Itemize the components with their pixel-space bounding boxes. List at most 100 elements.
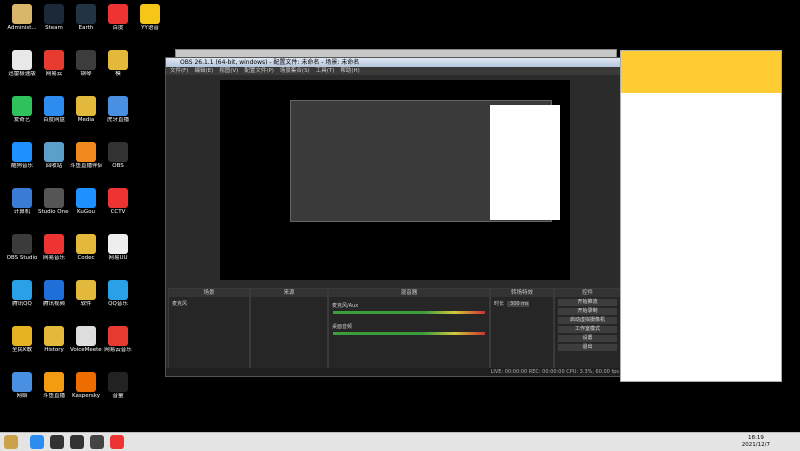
desktop-icon[interactable]: 网易音乐 [38, 234, 70, 262]
app-icon [44, 50, 64, 70]
obs-menu-item[interactable]: 配置文件(P) [244, 67, 274, 75]
desktop-icon[interactable]: 迅雷极速版 [6, 50, 38, 78]
app-icon [44, 280, 64, 300]
taskbar-app-icon[interactable] [90, 435, 104, 449]
desktop-icon-label: 腾讯视频 [42, 301, 65, 307]
taskbar-app-icon[interactable] [30, 435, 44, 449]
desktop-icon[interactable]: 斗鱼直播伴侣 [70, 142, 102, 170]
desktop-icon[interactable]: Administ... [6, 4, 38, 32]
desktop-icon-label: Steam [45, 25, 63, 31]
desktop-icon-label: Administ... [7, 25, 37, 31]
duration-input[interactable]: 300 ms [507, 301, 529, 307]
desktop-icon-label: 网易云音乐 [104, 347, 132, 353]
app-icon [44, 326, 64, 346]
control-button[interactable]: 退出 [558, 344, 617, 351]
desktop-icon[interactable]: 钢琴 [70, 50, 102, 78]
app-icon [76, 372, 96, 392]
obs-menu-item[interactable]: 编辑(E) [194, 67, 213, 75]
desktop-icon-label: KuGou [77, 209, 95, 215]
mixer-meter [333, 311, 485, 314]
control-button[interactable]: 启动虚拟摄像机 [558, 317, 617, 324]
desktop-icon[interactable]: OBS Studio [6, 234, 38, 262]
control-button[interactable]: 设置 [558, 335, 617, 342]
nested-yellow-app [490, 105, 560, 220]
desktop-icon[interactable]: Codec [70, 234, 102, 262]
obs-menu-item[interactable]: 工具(T) [316, 67, 335, 75]
taskbar-app-icon[interactable] [110, 435, 124, 449]
desktop-icon-label: OBS Studio [6, 255, 38, 261]
desktop-icon[interactable]: 爱奇艺 [6, 96, 38, 124]
clock-date: 2021/12/7 [741, 442, 770, 448]
app-icon [76, 50, 96, 70]
obs-menu-item[interactable]: 场景集合(S) [280, 67, 310, 75]
desktop-icon-label: 网易音乐 [42, 255, 65, 261]
app-icon [12, 96, 32, 116]
desktop-icon-label: 爱奇艺 [13, 117, 31, 123]
app-icon [76, 4, 96, 24]
desktop-icon-label: 网络 [16, 393, 28, 399]
obs-menu-item[interactable]: 文件(F) [170, 67, 188, 75]
taskbar: 18:19 2021/12/7 [0, 432, 800, 451]
desktop-icon[interactable]: Studio One 3 [38, 188, 70, 216]
desktop-icon[interactable]: QQ音乐 [102, 280, 134, 308]
start-icon[interactable] [4, 435, 18, 449]
desktop-icon[interactable]: 网易云音乐 [102, 326, 134, 354]
desktop-icon[interactable]: 网易云 [38, 50, 70, 78]
clock[interactable]: 18:19 2021/12/7 [742, 435, 770, 449]
taskbar-app-icon[interactable] [70, 435, 84, 449]
control-button[interactable]: 开始推流 [558, 299, 617, 306]
obs-menu-item[interactable]: 帮助(H) [340, 67, 359, 75]
desktop-icon[interactable]: 腾讯QQ [6, 280, 38, 308]
desktop-icon[interactable]: Earth [70, 4, 102, 32]
desktop-icon-label: 百度 [112, 25, 124, 31]
desktop-icon[interactable]: 虎牙直播 [102, 96, 134, 124]
obs-preview[interactable] [220, 80, 570, 280]
desktop-icon-label: Codec [77, 255, 95, 261]
desktop-icon[interactable]: 酷狗音乐 [6, 142, 38, 170]
control-button[interactable]: 开始录制 [558, 308, 617, 315]
app-icon [12, 280, 32, 300]
desktop-icon[interactable]: KuGou [70, 188, 102, 216]
desktop-icon[interactable]: 模 [102, 50, 134, 78]
desktop-icon[interactable]: 全民K歌 [6, 326, 38, 354]
mixer-title: 混音器 [329, 289, 489, 297]
desktop-icon[interactable]: VoiceMeeter [70, 326, 102, 354]
desktop-icon[interactable]: OBS [102, 142, 134, 170]
app-icon [76, 96, 96, 116]
desktop-icon-label: 钢琴 [80, 71, 92, 77]
duration-label: 时长 [494, 301, 505, 307]
app-icon [140, 4, 160, 24]
desktop-icon[interactable]: 软件 [70, 280, 102, 308]
control-button[interactable]: 工作室模式 [558, 326, 617, 333]
desktop-icon[interactable]: Steam [38, 4, 70, 32]
desktop-icon[interactable]: 网络 [6, 372, 38, 400]
desktop-icon[interactable]: 回收站 [38, 142, 70, 170]
yellow-app-window[interactable] [620, 50, 782, 382]
app-icon [76, 326, 96, 346]
app-icon [44, 234, 64, 254]
desktop-icon[interactable]: 网易UU [102, 234, 134, 262]
app-icon [12, 142, 32, 162]
desktop-icon[interactable]: History [38, 326, 70, 354]
desktop-icon-label: QQ音乐 [108, 301, 128, 307]
desktop-icon[interactable]: 百度网盘 [38, 96, 70, 124]
app-icon [12, 4, 32, 24]
taskbar-app-icon[interactable] [50, 435, 64, 449]
desktop-icon[interactable]: Kaspersky [70, 372, 102, 400]
desktop-icon[interactable]: 百度 [102, 4, 134, 32]
desktop-icon[interactable]: Media [70, 96, 102, 124]
scene-item[interactable]: 麦克风 [169, 301, 249, 307]
app-icon [108, 326, 128, 346]
desktop-icon[interactable]: 音量 [102, 372, 134, 400]
obs-menu-item[interactable]: 视图(V) [219, 67, 238, 75]
desktop-icon[interactable]: 腾讯视频 [38, 280, 70, 308]
desktop-icon[interactable]: 斗鱼直播 [38, 372, 70, 400]
desktop-icon[interactable]: 计算机 [6, 188, 38, 216]
sources-title: 来源 [251, 289, 327, 297]
obs-window[interactable]: OBS 26.1.1 (64-bit, windows) - 配置文件: 未命名… [165, 57, 624, 377]
app-icon [108, 280, 128, 300]
desktop-icon[interactable]: CCTV [102, 188, 134, 216]
desktop-icon[interactable]: YY语音 [134, 4, 166, 32]
app-icon [12, 234, 32, 254]
mixer-track-label: 桌面音频 [332, 324, 353, 330]
